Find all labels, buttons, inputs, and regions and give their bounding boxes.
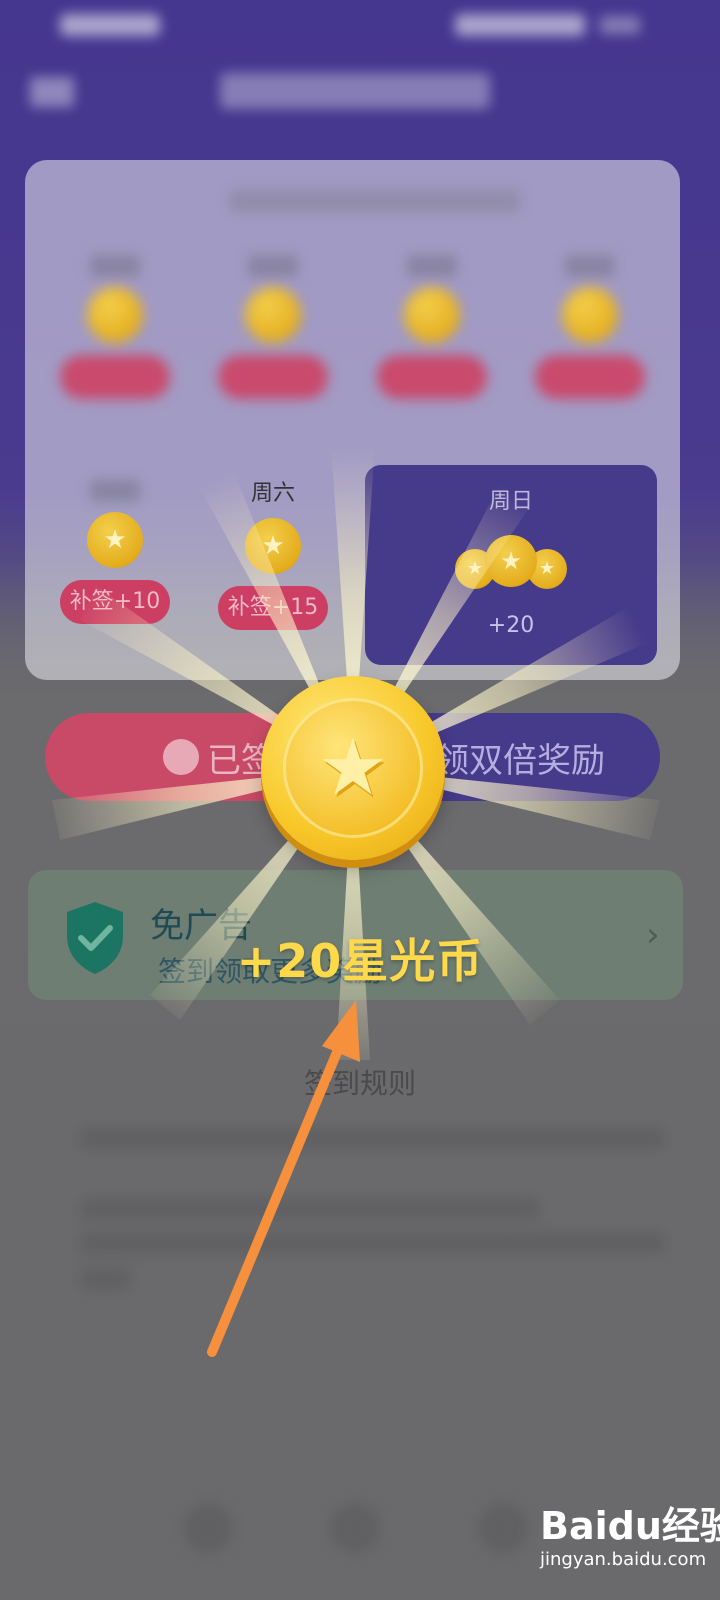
reward-pill (535, 355, 645, 399)
day-reward: +20 (487, 613, 535, 638)
rule-text (80, 1198, 540, 1220)
status-bar (0, 0, 720, 50)
nav-back-icon[interactable] (183, 1503, 233, 1553)
app-header (0, 55, 720, 125)
battery-indicator (455, 14, 585, 36)
reward-pill (377, 355, 487, 399)
watermark-url: jingyan.baidu.com (540, 1549, 707, 1570)
coin-icon (87, 287, 143, 343)
coin-icon (404, 287, 460, 343)
day-7[interactable]: 周日 ★ ★ ★ +20 (365, 465, 657, 665)
watermark-brand: Baidu经验 (540, 1504, 720, 1548)
day-label (248, 255, 298, 277)
star-coin-icon: ★ (261, 676, 445, 860)
rule-text (80, 1232, 665, 1254)
makeup-checkin-pill[interactable]: 补签+15 (218, 586, 328, 630)
clock (600, 16, 640, 34)
day-label (90, 255, 140, 277)
rule-text (80, 1268, 130, 1290)
reward-pill (60, 355, 170, 399)
day-5[interactable]: ★ 补签+10 (50, 480, 180, 624)
carrier-indicator (60, 14, 160, 36)
day-label: 周六 (250, 481, 295, 506)
coin-icon (245, 287, 301, 343)
star-icon: ★ (283, 698, 423, 838)
reward-pill (218, 355, 328, 399)
day-label (90, 480, 140, 502)
double-reward-label: 领双倍奖励 (435, 741, 605, 781)
day-label (407, 255, 457, 277)
star-coin-icon: ★ (87, 512, 143, 568)
day-label (565, 255, 615, 277)
makeup-checkin-pill[interactable]: 补签+10 (60, 580, 170, 624)
day-label: 周日 (488, 489, 533, 514)
day-4[interactable] (525, 255, 655, 399)
watermark: Baidu经验 jingyan.baidu.com (540, 1495, 720, 1590)
star-coin-icon: ★ (245, 518, 301, 574)
rules-title: 签到规则 (303, 1067, 416, 1100)
reward-amount-text: +20星光币 (236, 934, 484, 988)
nav-home-icon[interactable] (330, 1503, 380, 1553)
rule-text (80, 1128, 665, 1150)
triple-coin-icon: ★ ★ ★ (455, 535, 567, 591)
back-icon[interactable] (30, 77, 74, 107)
day-2[interactable] (208, 255, 338, 399)
nav-recent-icon[interactable] (478, 1503, 528, 1553)
check-icon (163, 739, 199, 775)
checkin-subtitle (230, 190, 520, 212)
checkin-card: ★ 补签+10 周六 ★ 补签+15 周日 ★ ★ ★ +20 (25, 160, 680, 680)
page-title (220, 73, 490, 109)
day-1[interactable] (50, 255, 180, 399)
day-6[interactable]: 周六 ★ 补签+15 (208, 480, 338, 630)
coin-icon (562, 287, 618, 343)
day-3[interactable] (367, 255, 497, 399)
